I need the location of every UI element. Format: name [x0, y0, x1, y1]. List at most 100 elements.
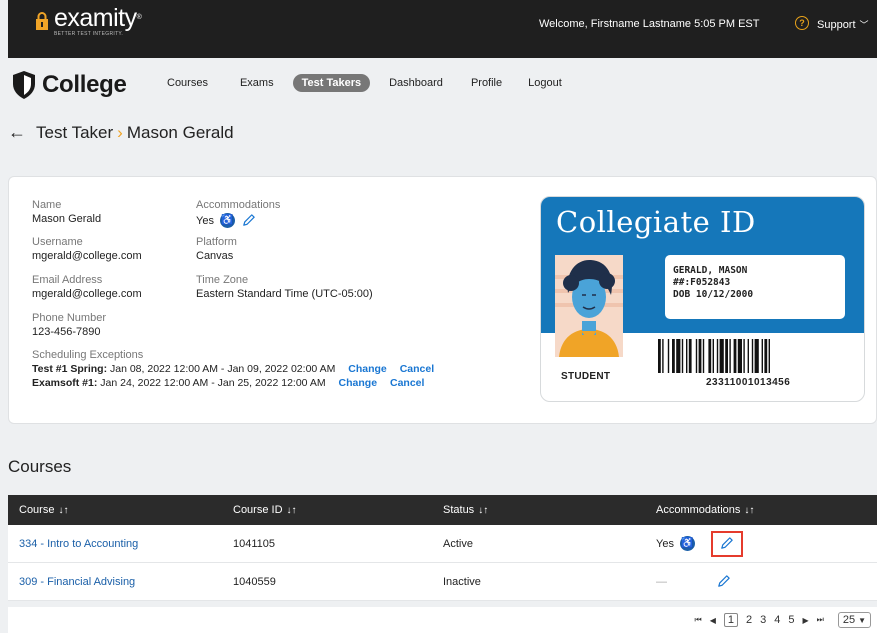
course-status: Inactive	[443, 575, 481, 588]
page-1[interactable]: 1	[723, 613, 738, 627]
phone-value: 123-456-7890	[32, 326, 101, 338]
username-label: Username	[32, 236, 83, 248]
page-size-value: 25	[842, 614, 856, 626]
timezone-label: Time Zone	[196, 274, 249, 286]
sort-icon: ↓↑	[286, 504, 297, 516]
course-link[interactable]: 334 - Intro to Accounting	[19, 538, 138, 550]
main-nav: Courses Exams Test Takers Dashboard Prof…	[158, 74, 571, 92]
header-accommodations[interactable]: Accommodations ↓↑	[645, 495, 877, 525]
phone-field: Phone Number 123-456-7890	[32, 312, 106, 338]
barcode-bar	[698, 339, 702, 373]
username-value: mgerald@college.com	[32, 250, 142, 262]
logo-word: examity	[54, 4, 137, 32]
header-course-id-label: Course ID	[233, 504, 283, 516]
barcode-bar	[695, 339, 698, 373]
platform-field: Platform Canvas	[196, 236, 237, 262]
nav-logout[interactable]: Logout	[519, 74, 571, 92]
barcode-bar	[729, 339, 731, 373]
breadcrumb-current: Mason Gerald	[126, 122, 234, 142]
header-status[interactable]: Status ↓↑	[432, 495, 645, 525]
shield-icon	[13, 71, 35, 99]
header-course[interactable]: Course ↓↑	[8, 495, 222, 525]
back-arrow-icon[interactable]: ←	[8, 122, 26, 143]
breadcrumb-parent[interactable]: Test Taker	[36, 123, 113, 143]
page-4[interactable]: 4	[774, 614, 780, 626]
nav-test-takers[interactable]: Test Takers	[292, 74, 371, 92]
change-link[interactable]: Change	[348, 363, 387, 375]
page-size-select[interactable]: 25 ▼	[837, 612, 871, 628]
exception-name: Test #1 Spring:	[32, 363, 108, 375]
page-3[interactable]: 3	[760, 614, 766, 626]
college-brand[interactable]: College	[11, 70, 127, 100]
chevron-down-icon: ﹀	[859, 20, 869, 30]
top-bar: examity® BETTER TEST INTEGRITY. Welcome,…	[8, 0, 877, 58]
header-course-label: Course	[19, 504, 55, 516]
barcode-bar	[712, 339, 714, 373]
edit-accommodations-button[interactable]	[710, 530, 743, 557]
student-photo	[555, 255, 623, 357]
support-menu[interactable]: Support ﹀	[817, 18, 869, 31]
username-field: Username mgerald@college.com	[32, 236, 142, 262]
barcode-bar	[733, 339, 737, 373]
email-field: Email Address mgerald@college.com	[32, 274, 142, 300]
chevron-down-icon: ▼	[858, 615, 866, 625]
examity-logo[interactable]: examity® BETTER TEST INTEGRITY.	[34, 4, 142, 37]
id-card-title: Collegiate ID	[556, 205, 756, 239]
barcode-bar	[761, 339, 763, 373]
nav-dashboard[interactable]: Dashboard	[380, 74, 452, 92]
course-id: 1041105	[233, 537, 276, 550]
welcome-text: Welcome, Firstname Lastname 5:05 PM EST	[539, 18, 760, 30]
barcode-bar	[708, 339, 712, 373]
email-value: mgerald@college.com	[32, 288, 142, 300]
barcode-bar	[737, 339, 742, 373]
nav-exams[interactable]: Exams	[231, 74, 283, 92]
exceptions-label: Scheduling Exceptions	[32, 349, 144, 361]
page-2[interactable]: 2	[746, 614, 752, 626]
phone-label: Phone Number	[32, 312, 106, 324]
barcode-bar	[754, 339, 759, 373]
scheduling-exceptions: Scheduling Exceptions Test #1 Spring: Ja…	[32, 349, 434, 389]
course-accommodations: Yes	[656, 537, 674, 550]
barcode-bar	[743, 339, 745, 373]
help-icon[interactable]: ?	[795, 16, 809, 30]
change-link[interactable]: Change	[339, 377, 378, 389]
exception-range: Jan 24, 2022 12:00 AM - Jan 25, 2022 12:…	[100, 377, 326, 389]
nav-courses[interactable]: Courses	[158, 74, 217, 92]
last-page-icon[interactable]: ⏭	[817, 615, 824, 625]
platform-label: Platform	[196, 236, 237, 248]
barcode-bar	[688, 339, 692, 373]
cancel-link[interactable]: Cancel	[390, 377, 424, 389]
timezone-field: Time Zone Eastern Standard Time (UTC-05:…	[196, 274, 373, 300]
nav-profile[interactable]: Profile	[462, 74, 511, 92]
next-page-icon[interactable]: ▶	[802, 616, 808, 625]
id-card-number: ##:F052843	[673, 277, 731, 288]
cancel-link[interactable]: Cancel	[400, 363, 434, 375]
id-card-info: GERALD, MASON ##:F052843 DOB 10/12/2000	[665, 255, 845, 319]
barcode-bar	[702, 339, 705, 373]
barcode-bar	[716, 339, 719, 373]
breadcrumb-separator-icon: ›	[117, 122, 123, 142]
pencil-icon[interactable]	[241, 213, 256, 228]
course-link[interactable]: 309 - Financial Advising	[19, 576, 135, 588]
page-5[interactable]: 5	[788, 614, 794, 626]
accommodations-value: Yes	[196, 214, 214, 227]
platform-value: Canvas	[196, 250, 234, 262]
header-course-id[interactable]: Course ID ↓↑	[222, 495, 432, 525]
barcode-bar	[681, 339, 684, 373]
collegiate-id-card: Collegiate ID GERALD, MASON ##:F052843 D…	[540, 196, 865, 402]
pencil-icon	[721, 537, 734, 549]
edit-accommodations-button[interactable]	[707, 569, 739, 595]
name-value: Mason Gerald	[32, 213, 102, 225]
name-label: Name	[32, 199, 62, 211]
accommodations-field: Accommodations Yes ♿	[196, 199, 280, 228]
accessibility-icon: ♿	[679, 536, 695, 551]
prev-page-icon[interactable]: ◀	[710, 616, 716, 625]
course-id: 1040559	[233, 575, 276, 588]
barcode-bar	[747, 339, 749, 373]
courses-table: Course ↓↑ Course ID ↓↑ Status ↓↑ Accommodat…	[8, 495, 877, 601]
first-page-icon[interactable]: ⏮	[694, 615, 701, 625]
barcode-bar	[667, 339, 670, 373]
timezone-value: Eastern Standard Time (UTC-05:00)	[196, 288, 373, 300]
course-accommodations: —	[656, 575, 667, 588]
id-card-dob: DOB 10/12/2000	[673, 289, 754, 300]
